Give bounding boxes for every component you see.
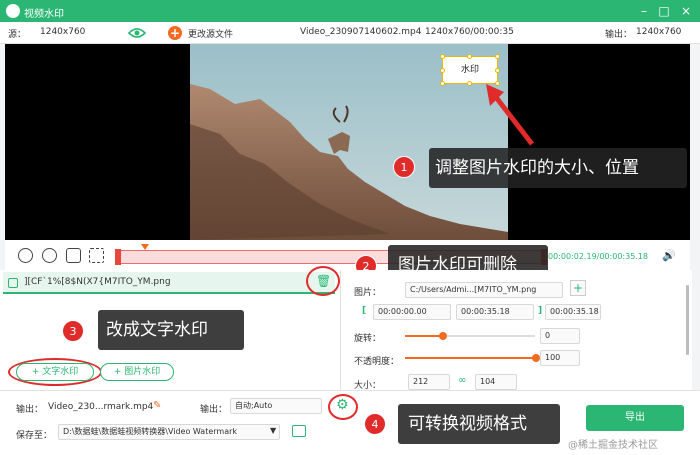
callout-number: 3: [62, 320, 84, 342]
file-meta: 1240x760/00:00:35: [425, 27, 514, 37]
info-bar: 源： 1240x760 + 更改源文件 Video_230907140602.m…: [0, 22, 700, 44]
image-label: 图片：: [354, 288, 382, 298]
start-time-field[interactable]: 00:00:00.00: [373, 304, 451, 320]
add-image-button[interactable]: +: [570, 280, 586, 296]
playback-time: 00:00:02.19/00:00:35.18: [548, 252, 648, 261]
source-label: 源：: [8, 30, 27, 40]
range-start-bracket-icon[interactable]: [: [362, 306, 366, 316]
timeline-start-handle[interactable]: [115, 249, 121, 265]
volume-icon[interactable]: 🔊: [662, 249, 676, 262]
export-button[interactable]: 导出: [586, 405, 684, 431]
output-resolution: 1240x760: [636, 27, 682, 37]
opacity-value-field[interactable]: 100: [540, 350, 580, 366]
scrollbar[interactable]: [686, 285, 689, 355]
opacity-slider-fill: [405, 357, 535, 359]
stop-icon[interactable]: [42, 248, 57, 263]
height-field[interactable]: 104: [475, 374, 517, 390]
close-icon[interactable]: ×: [678, 3, 694, 19]
file-name: Video_230907140602.mp4: [300, 27, 422, 37]
end-time-field[interactable]: 00:00:35.18: [456, 304, 534, 320]
playhead[interactable]: [141, 244, 150, 250]
resize-handle[interactable]: [440, 81, 445, 86]
opacity-label: 不透明度：: [354, 357, 400, 367]
rotate-slider-fill: [405, 335, 441, 337]
link-icon[interactable]: ∞: [458, 375, 466, 386]
range-end-field[interactable]: 00:00:35.18: [545, 304, 601, 320]
site-watermark-text: @稀土掘金技术社区: [568, 440, 658, 451]
image-path-field[interactable]: C:/Users/Admi...[M7ITO_YM.png: [405, 282, 563, 298]
add-image-watermark-button[interactable]: + 图片水印: [100, 363, 174, 381]
format-select[interactable]: 自动;Auto: [230, 398, 322, 414]
edit-name-icon[interactable]: ✎: [153, 400, 161, 411]
resize-handle[interactable]: [440, 68, 445, 73]
resize-handle[interactable]: [467, 81, 472, 86]
minimize-icon[interactable]: –: [636, 3, 652, 19]
next-frame-icon[interactable]: [66, 248, 81, 263]
source-resolution: 1240x760: [40, 27, 86, 37]
opacity-slider-thumb[interactable]: [532, 354, 540, 362]
eye-icon[interactable]: [128, 26, 146, 40]
save-label: 保存至：: [16, 431, 53, 441]
change-source-plus-icon[interactable]: +: [168, 26, 182, 40]
window-title: 视频水印: [24, 9, 64, 20]
callout-number: 1: [393, 156, 415, 178]
resize-handle[interactable]: [495, 68, 500, 73]
chevron-down-icon[interactable]: ▼: [270, 426, 276, 435]
add-text-watermark-label: 文字水印: [42, 367, 79, 377]
fullscreen-icon[interactable]: [89, 248, 104, 263]
rotate-label: 旋转：: [354, 334, 382, 344]
callout-arrow-icon: [486, 84, 534, 146]
save-path-field[interactable]: D:\数据蛙\数据蛙视频转换器\Video Watermark: [58, 424, 280, 440]
resize-handle[interactable]: [440, 54, 445, 59]
callout-text: 可转换视频格式: [398, 404, 560, 444]
rotate-slider-thumb[interactable]: [439, 332, 447, 340]
output-name: Video_230...rmark.mp4: [48, 402, 154, 412]
folder-icon[interactable]: [292, 425, 306, 437]
maximize-icon[interactable]: □: [656, 3, 672, 19]
play-icon[interactable]: [18, 248, 33, 263]
app-logo-icon: [6, 4, 20, 18]
rotate-value-field[interactable]: 0: [540, 328, 580, 344]
range-end-bracket-icon[interactable]: ]: [538, 306, 542, 316]
list-item-name: ][CF`1%[8$N(X7{M7ITO_YM.png: [24, 277, 171, 287]
watermark-preview-box[interactable]: 水印: [442, 56, 498, 84]
change-source-button[interactable]: 更改源文件: [188, 27, 233, 40]
callout-number: 4: [364, 413, 386, 435]
resize-handle[interactable]: [467, 54, 472, 59]
output-label: 输出：: [16, 405, 44, 415]
format-label: 输出：: [200, 405, 228, 415]
resize-handle[interactable]: [495, 54, 500, 59]
trash-icon[interactable]: 🗑: [316, 274, 331, 288]
gear-icon[interactable]: ⚙: [336, 397, 349, 413]
title-bar: 视频水印 – □ ×: [0, 0, 700, 22]
callout-text: 改成文字水印: [98, 310, 244, 350]
add-text-watermark-button[interactable]: + 文字水印: [16, 363, 94, 381]
output-label: 输出：: [605, 30, 633, 40]
width-field[interactable]: 212: [408, 374, 450, 390]
callout-text: 调整图片水印的大小、位置: [429, 148, 687, 188]
image-icon: [8, 278, 18, 288]
add-image-watermark-label: 图片水印: [124, 367, 161, 377]
